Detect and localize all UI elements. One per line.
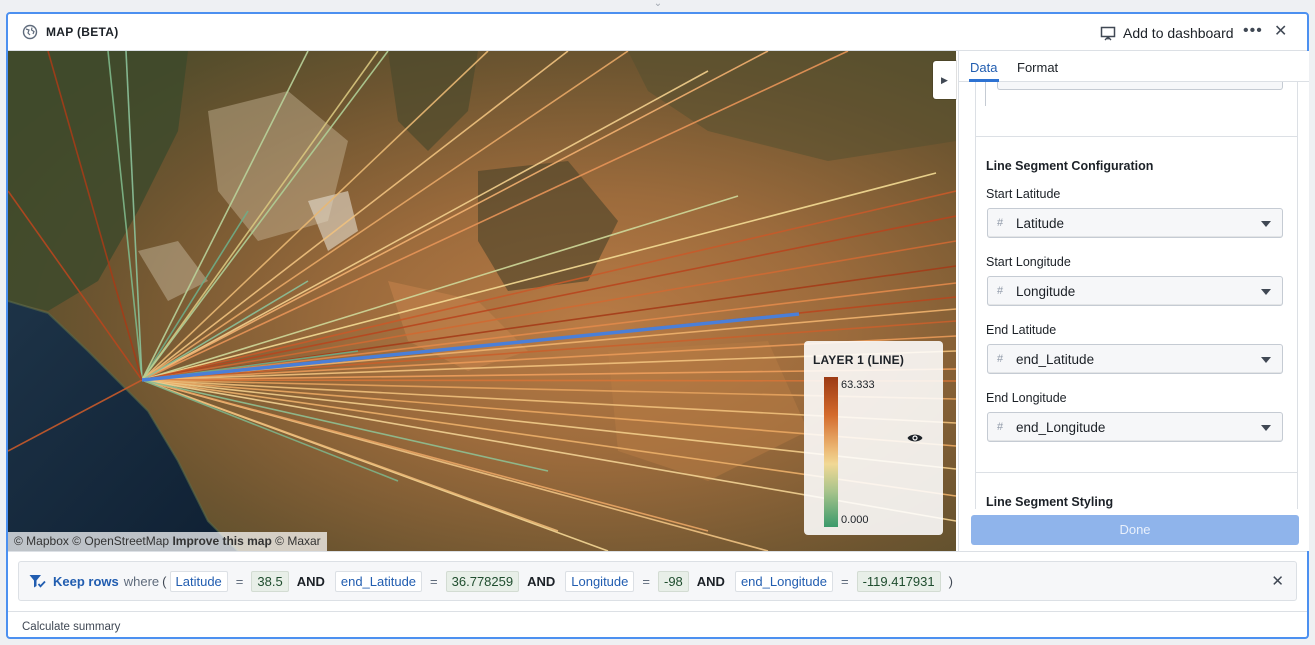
map-widget: MAP (BETA) Add to dashboard ••• ✕ © Mapb… bbox=[6, 12, 1309, 639]
panel-tabs: Data Format bbox=[959, 51, 1309, 82]
filter-value-chip[interactable]: 38.5 bbox=[251, 570, 289, 592]
legend-min-value: 0.000 bbox=[841, 514, 869, 526]
filter-column-chip[interactable]: Latitude bbox=[169, 570, 228, 592]
close-icon[interactable]: ✕ bbox=[1274, 21, 1287, 41]
end-latitude-select[interactable]: # end_Latitude bbox=[987, 344, 1283, 374]
section-divider bbox=[976, 136, 1297, 137]
keep-rows-label[interactable]: Keep rows bbox=[53, 574, 119, 589]
panel-scroll-area[interactable]: Line Segment Configuration Start Latitud… bbox=[975, 82, 1298, 509]
filter-check-icon bbox=[29, 574, 46, 588]
remove-filter-icon[interactable]: ✕ bbox=[1271, 572, 1284, 590]
start-longitude-value: Longitude bbox=[1016, 284, 1076, 299]
filter-value-chip[interactable]: -98 bbox=[657, 570, 689, 592]
end-longitude-select[interactable]: # end_Longitude bbox=[987, 412, 1283, 442]
done-button[interactable]: Done bbox=[971, 515, 1299, 545]
caret-down-icon bbox=[1261, 425, 1271, 431]
equals-operator: = bbox=[235, 573, 244, 589]
start-latitude-select[interactable]: # Latitude bbox=[987, 208, 1283, 238]
legend-max-value: 63.333 bbox=[841, 379, 875, 391]
number-type-icon: # bbox=[997, 285, 1004, 297]
add-to-dashboard-button[interactable]: Add to dashboard bbox=[1100, 22, 1234, 44]
calculate-summary-bar[interactable]: Calculate summary bbox=[8, 611, 1307, 639]
mapbox-credit-link[interactable]: © Mapbox bbox=[14, 534, 69, 548]
caret-down-icon bbox=[1261, 221, 1271, 227]
improve-map-link[interactable]: Improve this map bbox=[172, 534, 271, 548]
collapse-panel-button[interactable]: ▶ bbox=[933, 61, 956, 99]
widget-header: MAP (BETA) Add to dashboard ••• ✕ bbox=[8, 14, 1307, 51]
number-type-icon: # bbox=[997, 421, 1004, 433]
section-guide-line bbox=[985, 82, 986, 106]
legend-color-ramp bbox=[824, 377, 838, 527]
and-operator: AND bbox=[527, 573, 556, 589]
end-longitude-label: End Longitude bbox=[986, 391, 1067, 405]
filter-column-chip[interactable]: end_Longitude bbox=[734, 570, 833, 592]
start-longitude-label: Start Longitude bbox=[986, 255, 1071, 269]
end-latitude-value: end_Latitude bbox=[1016, 352, 1095, 367]
add-to-dashboard-label: Add to dashboard bbox=[1123, 25, 1234, 41]
start-latitude-value: Latitude bbox=[1016, 216, 1065, 231]
tab-format[interactable]: Format bbox=[1017, 60, 1058, 75]
number-type-icon: # bbox=[997, 217, 1004, 229]
section-divider bbox=[976, 472, 1297, 473]
globe-icon bbox=[22, 24, 38, 40]
more-options-icon[interactable]: ••• bbox=[1243, 22, 1263, 40]
where-label: where bbox=[123, 573, 160, 589]
line-segment-styling-title: Line Segment Styling bbox=[986, 495, 1114, 509]
keep-rows-filter[interactable]: Keep rows where ( Latitude = 38.5 AND en… bbox=[18, 561, 1297, 601]
and-operator: AND bbox=[296, 573, 325, 589]
map-canvas[interactable]: © Mapbox © OpenStreetMap Improve this ma… bbox=[8, 51, 956, 551]
panel-footer: Done bbox=[959, 509, 1309, 551]
number-type-icon: # bbox=[997, 353, 1004, 365]
close-paren: ) bbox=[948, 573, 953, 589]
widget-title: MAP (BETA) bbox=[46, 25, 119, 39]
end-latitude-label: End Latitude bbox=[986, 323, 1057, 337]
caret-down-icon bbox=[1261, 289, 1271, 295]
filter-column-chip[interactable]: Longitude bbox=[565, 570, 635, 592]
start-latitude-label: Start Latitude bbox=[986, 187, 1061, 201]
start-longitude-select[interactable]: # Longitude bbox=[987, 276, 1283, 306]
and-operator: AND bbox=[696, 573, 725, 589]
config-panel: Data Format Line Segment Configuration S… bbox=[958, 51, 1309, 551]
end-longitude-value: end_Longitude bbox=[1016, 420, 1106, 435]
drag-handle-icon[interactable]: ⌄ bbox=[650, 0, 666, 9]
eye-icon[interactable] bbox=[907, 432, 923, 444]
osm-credit-link[interactable]: © OpenStreetMap bbox=[72, 534, 169, 548]
presentation-icon bbox=[1100, 26, 1116, 40]
caret-down-icon bbox=[1261, 357, 1271, 363]
previous-field-select[interactable] bbox=[997, 82, 1283, 90]
open-paren: ( bbox=[162, 573, 167, 589]
tab-data[interactable]: Data bbox=[970, 60, 997, 75]
equals-operator: = bbox=[430, 573, 438, 589]
map-legend: LAYER 1 (LINE) 63.333 0.000 bbox=[804, 341, 943, 535]
equals-operator: = bbox=[642, 573, 650, 589]
legend-title: LAYER 1 (LINE) bbox=[813, 353, 905, 367]
line-segment-configuration-title: Line Segment Configuration bbox=[986, 159, 1154, 173]
map-attribution: © Mapbox © OpenStreetMap Improve this ma… bbox=[8, 532, 327, 551]
filter-area: Keep rows where ( Latitude = 38.5 AND en… bbox=[8, 551, 1307, 611]
calculate-summary-label: Calculate summary bbox=[22, 621, 121, 633]
equals-operator: = bbox=[840, 573, 849, 589]
filter-value-chip[interactable]: -119.417931 bbox=[856, 570, 941, 592]
filter-column-chip[interactable]: end_Latitude bbox=[334, 570, 423, 592]
maxar-credit-link[interactable]: © Maxar bbox=[275, 534, 321, 548]
filter-value-chip[interactable]: 36.778259 bbox=[445, 570, 520, 592]
